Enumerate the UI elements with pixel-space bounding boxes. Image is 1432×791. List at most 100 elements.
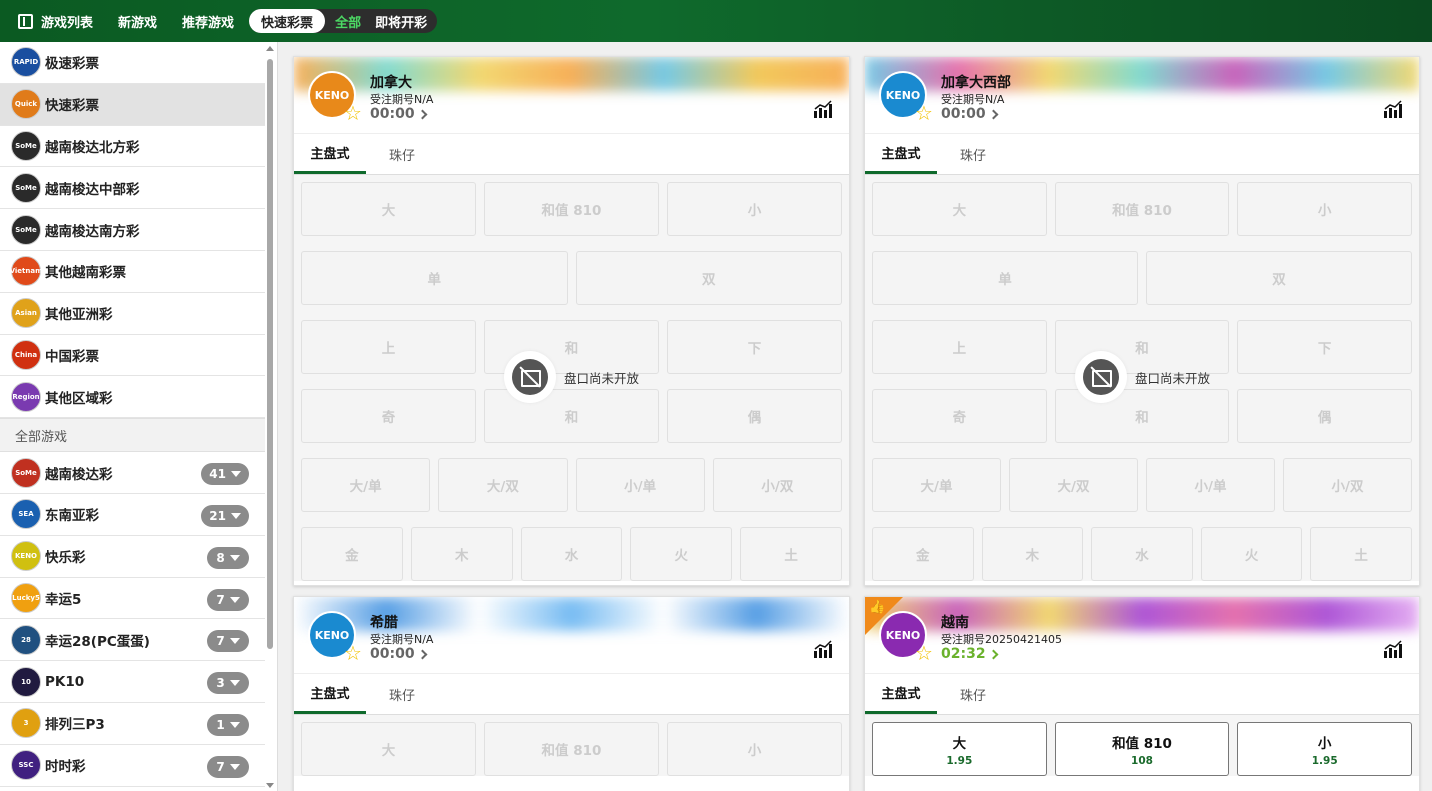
sidebar-item-rapid[interactable]: RAPID 极速彩票 (0, 42, 265, 84)
card-timer[interactable]: 00:00 (370, 646, 428, 662)
sidebar-game-some[interactable]: SoMe 越南梭达彩 41 (0, 452, 265, 494)
bet-water: 水 (520, 527, 623, 581)
nav-game-list[interactable]: 游戏列表 (18, 12, 93, 31)
bet-small-even: 小/双 (1283, 458, 1412, 512)
tab-beads[interactable]: 珠仔 (366, 134, 438, 174)
bet-big: 大 (301, 722, 476, 776)
sidebar-item-label: 东南亚彩 (45, 508, 99, 525)
count-badge[interactable]: 21 (201, 504, 249, 527)
thumbs-up-icon: 👍 (869, 600, 886, 615)
card-timer[interactable]: 02:32 (941, 646, 999, 662)
nav-recommended[interactable]: 推荐游戏 (182, 12, 234, 31)
lucky28-logo-icon: 28 (11, 624, 41, 655)
scroll-down-icon[interactable] (266, 783, 274, 788)
card-header: KENO ☆ 加拿大西部 受注期号N/A 00:00 (865, 57, 1419, 133)
sidebar-game-lucky5[interactable]: Lucky5 幸运5 7 (0, 578, 265, 620)
bet-label: 小 (1317, 735, 1332, 752)
card-header: KENO ☆ 希腊 受注期号N/A 00:00 (294, 597, 849, 673)
scrollbar-thumb[interactable] (267, 59, 273, 649)
sidebar-item-other-vietnam[interactable]: Vietnam 其他越南彩票 (0, 251, 265, 293)
chart-icon[interactable] (813, 99, 835, 119)
card-tabs: 主盘式 珠仔 (865, 673, 1419, 715)
bet-small: 小 (667, 722, 842, 776)
count-value: 7 (216, 634, 225, 649)
filter-upcoming[interactable]: 即将开彩 (365, 12, 437, 31)
chart-icon[interactable] (1383, 99, 1405, 119)
caret-down-icon (231, 512, 241, 519)
sidebar-game-keno[interactable]: KENO 快乐彩 8 (0, 536, 265, 578)
tab-beads[interactable]: 珠仔 (366, 674, 438, 714)
all-games-header: 全部游戏 (0, 418, 265, 453)
tab-main[interactable]: 主盘式 (865, 134, 937, 174)
bet-wood: 木 (981, 527, 1084, 581)
caret-down-icon (229, 638, 240, 645)
bet-even: 双 (575, 251, 842, 305)
tab-main[interactable]: 主盘式 (865, 674, 937, 714)
count-badge[interactable]: 7 (207, 755, 249, 778)
sidebar-item-some-south[interactable]: SoMe 越南梭达南方彩 (0, 209, 265, 251)
favorite-star-icon[interactable]: ☆ (915, 643, 933, 663)
sidebar-game-ssc[interactable]: SSC 时时彩 7 (0, 745, 265, 787)
sidebar-game-p3[interactable]: 3 排列三P3 1 (0, 703, 265, 745)
game-card-vietnam: 👍 KENO ☆ 越南 受注期号20250421405 02:32 主盘式 珠仔… (864, 596, 1420, 791)
chevron-right-icon (417, 649, 428, 659)
bet-wood: 木 (410, 527, 513, 581)
market-closed-icon (504, 351, 556, 403)
card-title: 加拿大西部 (941, 75, 1011, 91)
timer-value: 00:00 (370, 106, 415, 122)
bet-sum[interactable]: 和值 810 108 (1054, 722, 1230, 776)
tab-quick-lottery[interactable]: 快速彩票 (249, 9, 326, 33)
tab-main[interactable]: 主盘式 (294, 134, 366, 174)
sidebar-item-other-region[interactable]: Region 其他区域彩 (0, 376, 265, 419)
sidebar-item-some-central[interactable]: SoMe 越南梭达中部彩 (0, 167, 265, 210)
tab-beads[interactable]: 珠仔 (937, 134, 1009, 174)
caret-down-icon (229, 763, 240, 770)
sidebar-item-label: 排列三P3 (45, 717, 105, 734)
count-badge[interactable]: 41 (201, 463, 249, 486)
sidebar-game-sea[interactable]: SEA 东南亚彩 21 (0, 494, 265, 536)
favorite-star-icon[interactable]: ☆ (915, 103, 933, 123)
bet-big-odd: 大/单 (872, 458, 1001, 512)
bet-small: 小 (667, 182, 842, 236)
count-badge[interactable]: 8 (207, 546, 249, 569)
bet-big-even: 大/双 (438, 458, 568, 512)
bet-board: 大和值 810 小 单双 上和下 奇和偶 大/单 大/双 小/单 小/双 金木水火土 盘… (294, 175, 849, 581)
scroll-up-icon[interactable] (266, 46, 274, 51)
bet-metal: 金 (301, 527, 403, 581)
chevron-right-icon (417, 109, 428, 119)
sidebar-item-other-asia[interactable]: Asian 其他亚洲彩 (0, 293, 265, 335)
bet-small-odd: 小/单 (575, 458, 705, 512)
sidebar-item-label: PK10 (45, 673, 85, 690)
market-closed-text: 盘口尚未开放 (564, 370, 640, 386)
sidebar-game-lucky28[interactable]: 28 幸运28(PC蛋蛋) 7 (0, 619, 265, 662)
timer-value: 00:00 (370, 646, 415, 662)
sidebar-item-china[interactable]: China 中国彩票 (0, 335, 265, 377)
count-badge[interactable]: 7 (207, 630, 249, 653)
tab-beads[interactable]: 珠仔 (937, 674, 1009, 714)
count-badge[interactable]: 7 (207, 588, 249, 611)
sidebar-item-quick[interactable]: Quick 快速彩票 (0, 83, 265, 126)
card-timer[interactable]: 00:00 (941, 106, 999, 122)
bet-up: 上 (301, 320, 476, 374)
filter-all[interactable]: 全部 (325, 12, 365, 31)
bet-small[interactable]: 小 1.95 (1237, 722, 1413, 776)
count-badge[interactable]: 3 (207, 672, 249, 695)
sidebar-item-label: 越南梭达北方彩 (45, 139, 140, 156)
favorite-star-icon[interactable]: ☆ (344, 643, 362, 663)
sidebar-item-label: 幸运28(PC蛋蛋) (45, 633, 150, 650)
bet-label: 和值 810 (1112, 735, 1172, 752)
tab-main[interactable]: 主盘式 (294, 674, 366, 714)
sidebar-game-pk10[interactable]: 10 PK10 3 (0, 661, 265, 703)
some-logo-icon: SoMe (11, 214, 41, 245)
sidebar-item-some-north[interactable]: SoMe 越南梭达北方彩 (0, 126, 265, 168)
bet-big[interactable]: 大 1.95 (872, 722, 1047, 776)
sidebar-scrollbar[interactable] (265, 42, 275, 791)
chart-icon[interactable] (813, 639, 835, 659)
count-badge[interactable]: 1 (207, 713, 249, 736)
card-timer[interactable]: 00:00 (370, 106, 428, 122)
favorite-star-icon[interactable]: ☆ (344, 103, 362, 123)
bet-odds: 1.95 (946, 754, 973, 767)
chart-icon[interactable] (1383, 639, 1405, 659)
bet-sum: 和值 810 (484, 182, 659, 236)
nav-new-games[interactable]: 新游戏 (118, 12, 157, 31)
